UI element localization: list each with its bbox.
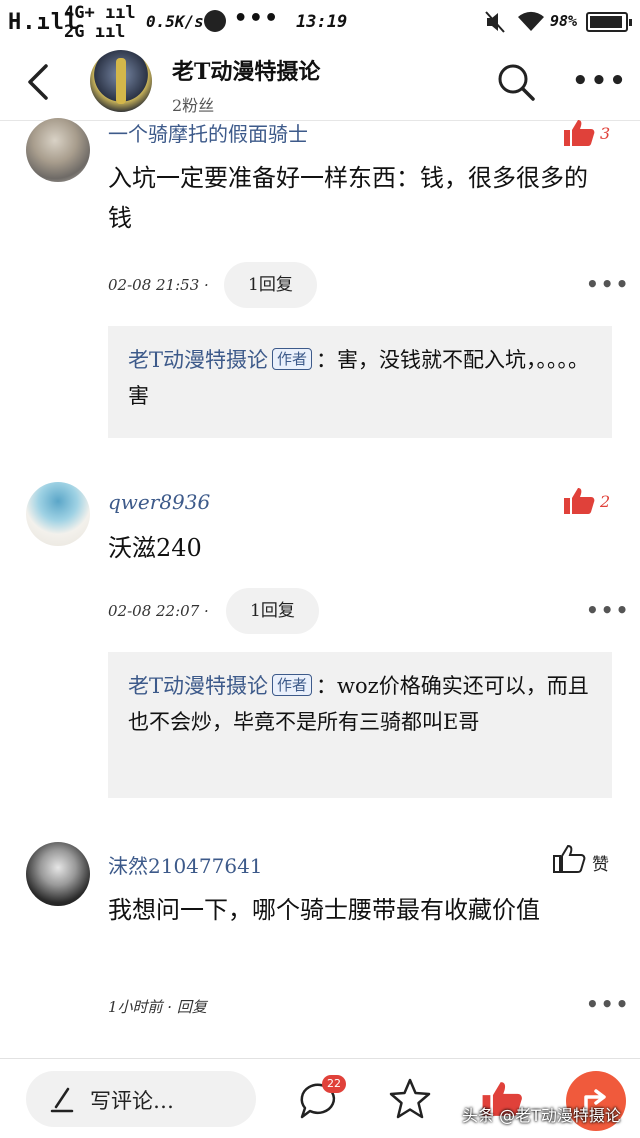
reply-preview[interactable]: 老T动漫特摄论 作者 ：害，没钱就不配入坑，。。。。害 — [108, 326, 612, 438]
reply-author[interactable]: 老T动漫特摄论 — [128, 674, 268, 698]
reply-preview[interactable]: 老T动漫特摄论 作者 ：woz价格确实还可以，而且也不会炒，毕竟不是所有三骑都叫E哥 — [108, 652, 612, 798]
globe-icon — [204, 10, 226, 32]
author-badge: 作者 — [272, 674, 313, 696]
write-comment-placeholder: 写评论… — [90, 1089, 174, 1113]
commenter-avatar[interactable] — [26, 842, 90, 906]
commenter-avatar[interactable] — [26, 118, 90, 182]
profile-name[interactable]: 老T动漫特摄论 — [172, 54, 320, 86]
reply-count-button[interactable]: 1回复 — [226, 588, 319, 634]
network-2g: 2G ııl — [64, 22, 126, 42]
commenter-name[interactable]: 一个骑摩托的假面骑士 — [108, 118, 308, 147]
comment-more-button[interactable]: ••• — [586, 992, 630, 1016]
like-count: 2 — [600, 492, 611, 511]
comment-count-badge: 22 — [322, 1075, 346, 1093]
network-speed: 0.5K/s — [146, 12, 204, 31]
comment-more-button[interactable]: ••• — [586, 272, 630, 296]
thumbs-up-outline-icon[interactable] — [552, 844, 586, 874]
like-label[interactable]: 赞 — [592, 850, 609, 875]
profile-avatar[interactable] — [90, 50, 152, 112]
like-count: 3 — [600, 124, 611, 143]
commenter-avatar[interactable] — [26, 482, 90, 546]
comment-text: 沃滋240 — [108, 534, 202, 562]
battery-percent: 98% — [550, 12, 578, 30]
back-button[interactable] — [18, 60, 62, 104]
clock: 13:19 — [296, 12, 348, 32]
comment-time-reply[interactable]: 1小时前 · 回复 — [108, 996, 207, 1017]
commenter-name[interactable]: qwer8936 — [108, 490, 210, 514]
more-options-button[interactable]: ••• — [572, 66, 626, 96]
comment-text: 我想问一下，哪个骑士腰带最有收藏价值 — [108, 896, 540, 924]
thumbs-up-icon[interactable] — [562, 486, 596, 516]
notification-dots: ••• — [234, 6, 280, 31]
search-icon[interactable] — [496, 62, 536, 102]
comment-text: 入坑一定要准备好一样东西：钱，很多很多的钱 — [108, 164, 588, 232]
commenter-name[interactable]: 沫然210477641 — [108, 850, 263, 879]
author-badge: 作者 — [272, 348, 313, 370]
fan-count: 2粉丝 — [172, 96, 215, 115]
wifi-icon — [518, 11, 544, 31]
network-indicator: 4G+ ııl 2G ııl — [64, 4, 136, 42]
header-divider — [0, 120, 640, 121]
star-icon[interactable] — [388, 1077, 432, 1121]
status-bar: H.ıll 4G+ ııl 2G ııl 0.5K/s ••• 13:19 98… — [0, 0, 640, 44]
comment-time: 02-08 22:07 · — [108, 602, 209, 620]
reply-count-button[interactable]: 1回复 — [224, 262, 317, 308]
pen-icon — [50, 1087, 74, 1113]
mute-icon — [485, 11, 505, 33]
comment-time: 02-08 21:53 · — [108, 276, 209, 294]
watermark: 头条 @老T动漫特摄论 — [462, 1106, 621, 1125]
comment-more-button[interactable]: ••• — [586, 598, 630, 622]
reply-author[interactable]: 老T动漫特摄论 — [128, 348, 268, 372]
battery-icon — [586, 12, 632, 32]
write-comment-input[interactable]: 写评论… — [26, 1071, 256, 1127]
network-4g: 4G+ ııl — [64, 3, 136, 23]
avatar-figure — [116, 58, 126, 104]
page-header: 老T动漫特摄论 2粉丝 ••• — [0, 44, 640, 120]
bottom-action-bar: 写评论… 22 — [0, 1058, 640, 1138]
thumbs-up-icon[interactable] — [562, 118, 596, 148]
